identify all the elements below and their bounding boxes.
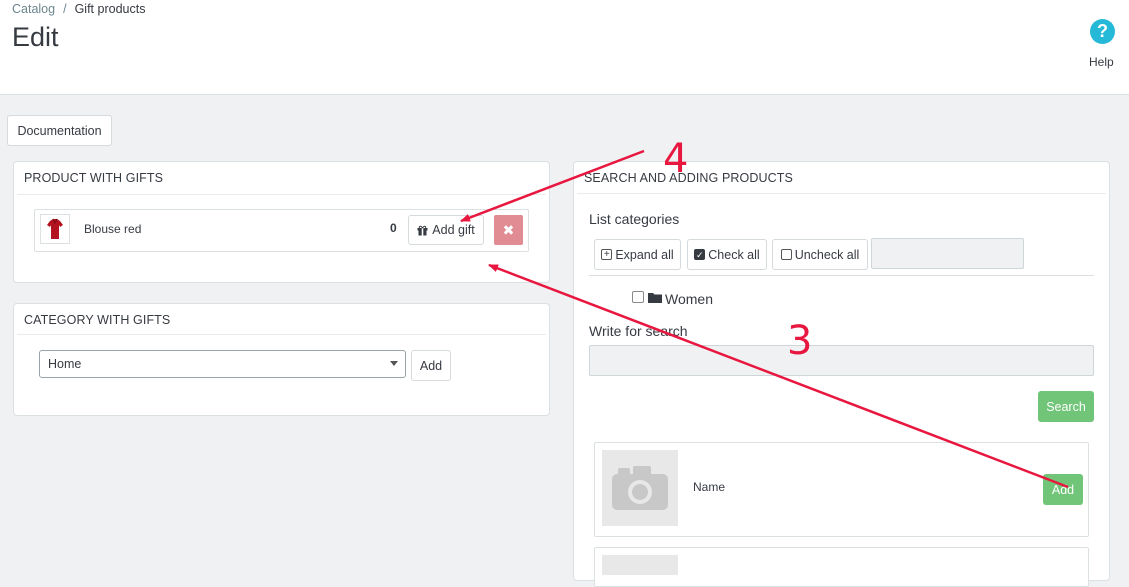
annotation-label-4: 4: [663, 136, 689, 182]
annotation-arrow-4: [460, 149, 645, 223]
annotation-arrows: [460, 149, 1069, 489]
annotation-arrow-3: [488, 263, 1069, 489]
annotation-label-3: 3: [787, 318, 813, 364]
